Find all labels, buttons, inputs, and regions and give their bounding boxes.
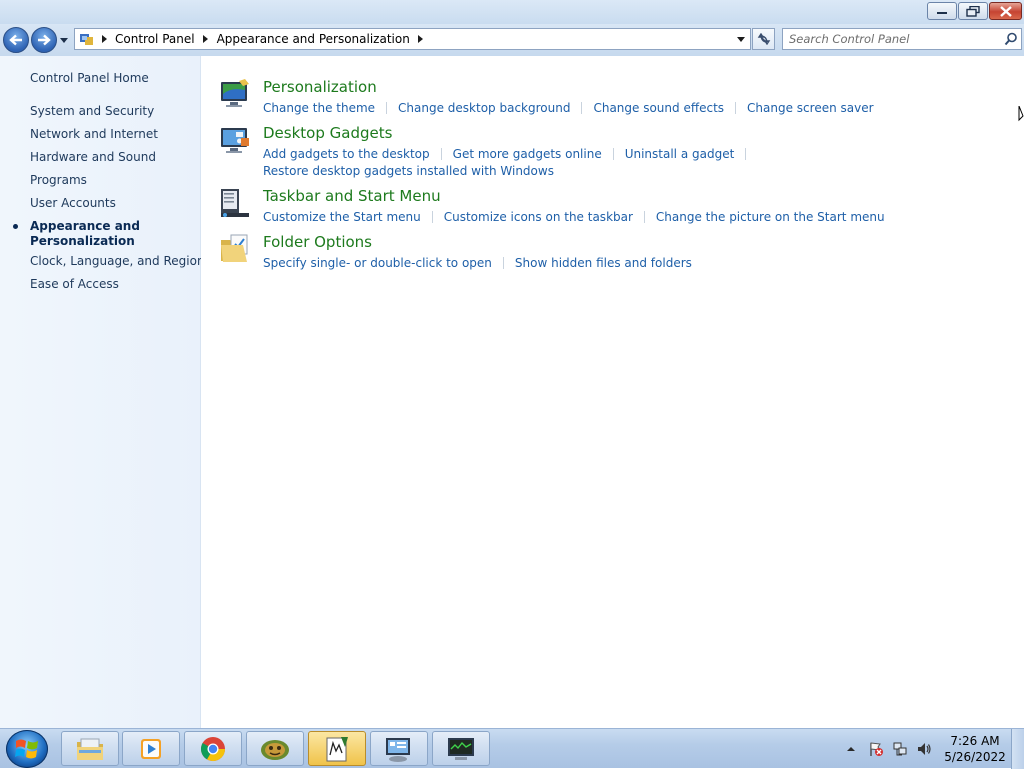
- separator: [643, 210, 645, 223]
- refresh-icon: [757, 33, 770, 45]
- main-content: Personalization Change the theme Change …: [201, 56, 1024, 728]
- restore-button[interactable]: [958, 2, 988, 20]
- sidebar-item-ease-of-access[interactable]: Ease of Access: [30, 277, 119, 291]
- chevron-down-icon: [60, 37, 68, 43]
- search-icon[interactable]: [1004, 32, 1018, 46]
- separator: [502, 256, 504, 269]
- chevron-right-icon[interactable]: [97, 35, 111, 43]
- task-customize-start-menu[interactable]: Customize the Start menu: [263, 210, 421, 224]
- taskbar-icon[interactable]: [219, 187, 251, 219]
- taskbar-script-editor[interactable]: [308, 731, 366, 766]
- task-change-theme[interactable]: Change the theme: [263, 101, 375, 115]
- sidebar-item-network-and-internet[interactable]: Network and Internet: [30, 127, 158, 141]
- breadcrumb-appearance[interactable]: Appearance and Personalization: [213, 29, 428, 49]
- search-input[interactable]: [783, 29, 1004, 49]
- close-button[interactable]: [989, 2, 1022, 20]
- restore-icon: [966, 5, 980, 17]
- task-change-start-menu-picture[interactable]: Change the picture on the Start menu: [656, 210, 885, 224]
- chevron-down-icon: [737, 36, 745, 42]
- script-editor-icon: [326, 736, 348, 761]
- task-change-sound-effects[interactable]: Change sound effects: [593, 101, 724, 115]
- minimize-icon: [937, 12, 947, 14]
- sidebar-item-user-accounts[interactable]: User Accounts: [30, 196, 116, 210]
- system-monitor-icon: [448, 737, 474, 760]
- task-uninstall-gadget[interactable]: Uninstall a gadget: [625, 147, 735, 161]
- window-titlebar[interactable]: [0, 0, 1024, 24]
- task-single-double-click[interactable]: Specify single- or double-click to open: [263, 256, 492, 270]
- separator: [440, 147, 442, 160]
- folder-options-icon[interactable]: [219, 233, 251, 265]
- left-navigation-pane: Control Panel Home System and Security N…: [0, 56, 205, 728]
- taskbar-chrome[interactable]: [184, 731, 242, 766]
- separator: [386, 101, 388, 114]
- separator: [581, 101, 583, 114]
- current-item-bullet: [13, 224, 18, 229]
- sidebar-item-appearance-and-personalization[interactable]: Appearance and Personalization: [30, 219, 140, 249]
- task-add-gadgets[interactable]: Add gadgets to the desktop: [263, 147, 430, 161]
- taskbar-control-panel[interactable]: [370, 731, 428, 766]
- forward-button[interactable]: [31, 27, 57, 53]
- search-box[interactable]: [782, 28, 1022, 50]
- arrow-left-icon: [9, 34, 22, 46]
- minimize-button[interactable]: [927, 2, 957, 20]
- separator: [612, 147, 614, 160]
- task-change-desktop-background[interactable]: Change desktop background: [398, 101, 570, 115]
- chevron-right-icon[interactable]: [199, 35, 213, 43]
- taskbar-media-player[interactable]: [122, 731, 180, 766]
- separator: [735, 101, 737, 114]
- start-button[interactable]: [6, 730, 48, 768]
- clock-time: 7:26 AM: [950, 734, 1000, 748]
- breadcrumb[interactable]: Control Panel Appearance and Personaliza…: [74, 28, 751, 50]
- separator: [431, 210, 433, 223]
- action-center-flag-icon[interactable]: [868, 741, 884, 757]
- show-desktop-button[interactable]: [1011, 729, 1024, 769]
- personalization-icon[interactable]: [219, 78, 251, 110]
- close-icon: [999, 5, 1012, 17]
- sidebar-item-programs[interactable]: Programs: [30, 173, 87, 187]
- windows-logo-icon: [15, 739, 38, 759]
- media-player-icon: [141, 738, 161, 759]
- refresh-button[interactable]: [752, 28, 775, 50]
- gadgets-icon[interactable]: [219, 124, 251, 156]
- separator: [745, 147, 747, 160]
- taskbar-app[interactable]: [246, 731, 304, 766]
- task-change-screen-saver[interactable]: Change screen saver: [747, 101, 874, 115]
- taskbar-windows-explorer[interactable]: [61, 731, 119, 766]
- task-show-hidden-files[interactable]: Show hidden files and folders: [515, 256, 692, 270]
- mouse-cursor-icon: [1018, 106, 1024, 122]
- address-history-dropdown[interactable]: [732, 29, 750, 49]
- task-restore-gadgets[interactable]: Restore desktop gadgets installed with W…: [263, 164, 554, 178]
- address-toolbar: Control Panel Appearance and Personaliza…: [0, 24, 1024, 56]
- task-get-more-gadgets[interactable]: Get more gadgets online: [453, 147, 602, 161]
- category-title-desktop-gadgets[interactable]: Desktop Gadgets: [263, 124, 392, 142]
- sidebar-item-hardware-and-sound[interactable]: Hardware and Sound: [30, 150, 156, 164]
- task-customize-taskbar-icons[interactable]: Customize icons on the taskbar: [444, 210, 633, 224]
- sidebar-item-system-and-security[interactable]: System and Security: [30, 104, 154, 118]
- sidebar-item-clock-language-region[interactable]: Clock, Language, and Region: [30, 254, 205, 268]
- chevron-right-icon[interactable]: [414, 35, 428, 43]
- windows-explorer-icon: [77, 738, 103, 760]
- chrome-icon: [200, 736, 225, 761]
- breadcrumb-root[interactable]: [97, 29, 111, 49]
- arrow-right-icon: [38, 34, 51, 46]
- sidebar-item-control-panel-home[interactable]: Control Panel Home: [30, 71, 149, 85]
- back-button[interactable]: [3, 27, 29, 53]
- breadcrumb-control-panel[interactable]: Control Panel: [111, 29, 213, 49]
- system-clock[interactable]: 7:26 AM 5/26/2022: [930, 733, 1020, 765]
- category-title-taskbar-start-menu[interactable]: Taskbar and Start Menu: [263, 187, 441, 205]
- category-title-folder-options[interactable]: Folder Options: [263, 233, 372, 251]
- taskbar-system-monitor[interactable]: [432, 731, 490, 766]
- recent-pages-button[interactable]: [59, 35, 69, 45]
- taskbar: 7:26 AM 5/26/2022: [0, 728, 1024, 769]
- app-icon: [261, 739, 289, 760]
- clock-date: 5/26/2022: [944, 750, 1006, 764]
- show-hidden-icons-icon[interactable]: [846, 744, 856, 754]
- control-panel-icon: [386, 737, 410, 762]
- network-icon[interactable]: [892, 741, 908, 757]
- control-panel-icon: [80, 34, 93, 45]
- category-title-personalization[interactable]: Personalization: [263, 78, 377, 96]
